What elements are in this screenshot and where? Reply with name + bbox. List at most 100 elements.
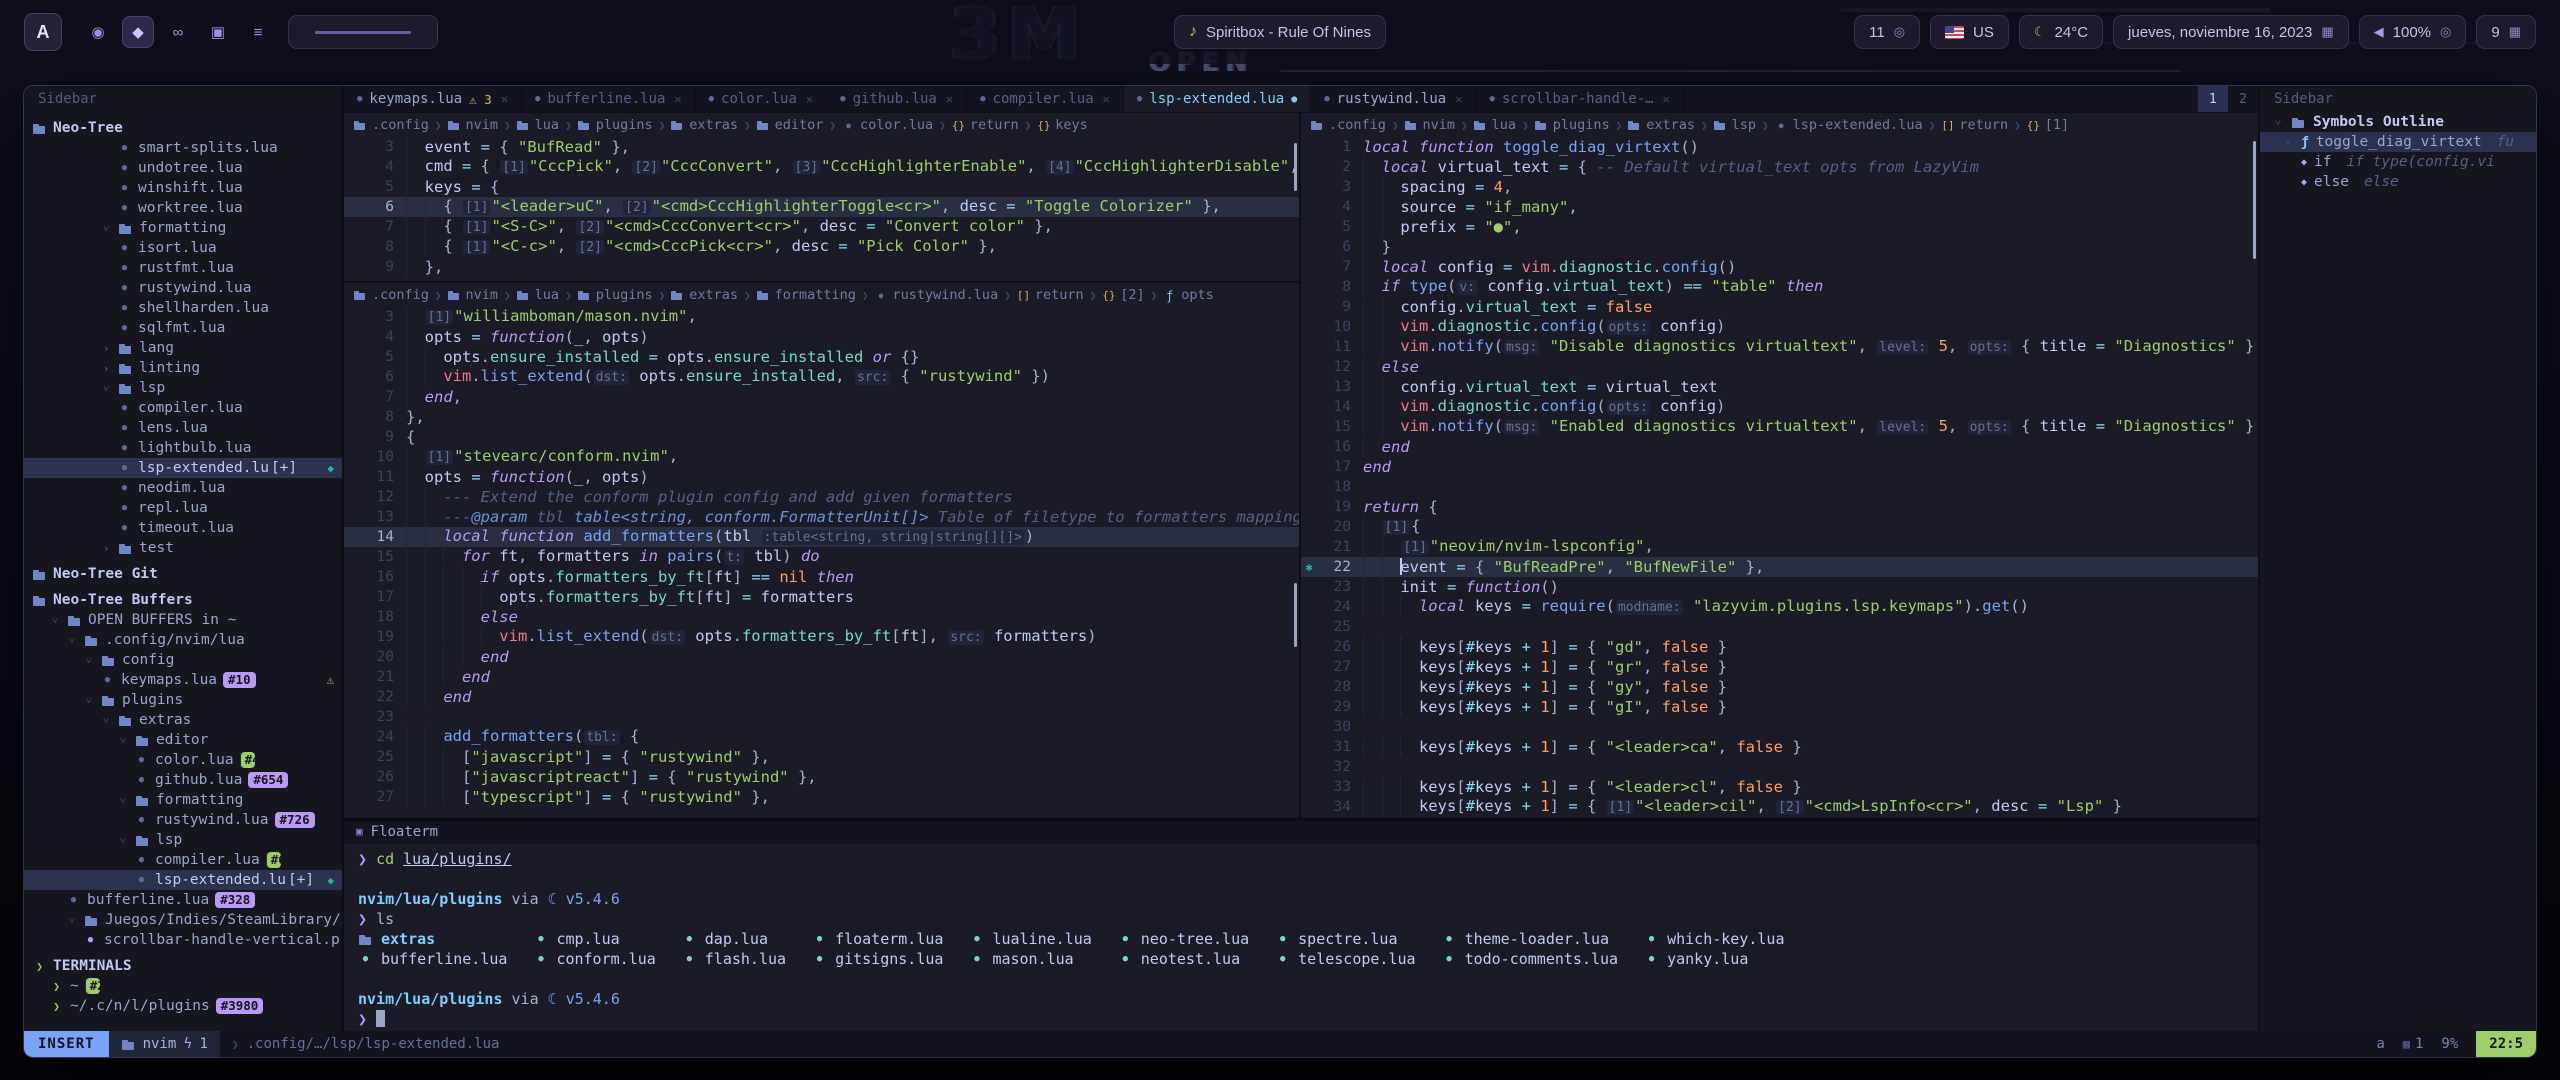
code-line[interactable]: 24 add_formatters(tbl: { [344,727,1299,747]
scrollbar-handle[interactable] [2253,141,2256,259]
code-line[interactable]: 25 ["javascript"] = { "rustywind" }, [344,747,1299,767]
code-line[interactable]: 26 ["javascriptreact"] = { "rustywind" }… [344,767,1299,787]
code-line[interactable]: 32 [1301,757,2258,777]
slider-track[interactable] [315,31,411,34]
code-line[interactable]: 12 --- Extend the conform plugin config … [344,487,1299,507]
breadcrumb-item[interactable]: lua [1474,117,1516,133]
tree-item[interactable]: ˅extras [24,710,342,730]
tree-item[interactable]: ~#2859 [24,976,342,996]
close-icon[interactable]: ✕ [1455,92,1462,106]
code-line[interactable]: 23 init = function() [1301,577,2258,597]
code-line[interactable]: 5 opts.ensure_installed = opts.ensure_in… [344,347,1299,367]
code-line[interactable]: 9 config.virtual_text = false [1301,297,2258,317]
outline-item-if[interactable]: ◆ifif type(config.vi [2260,152,2536,172]
code-line[interactable]: 13 ---@param tbl table<string, conform.F… [344,507,1299,527]
code-line[interactable]: 19 vim.list_extend(dst: opts.formatters_… [344,627,1299,647]
code-line[interactable]: 5 prefix = "●", [1301,217,2258,237]
tree-item[interactable]: ˅lsp [24,830,342,850]
breadcrumb-item[interactable]: formatting [757,287,856,303]
code-line[interactable]: 29 keys[#keys + 1] = { "gI", false } [1301,697,2258,717]
code-line[interactable]: 7 local config = vim.diagnostic.config() [1301,257,2258,277]
code-line[interactable]: 2 local virtual_text = { -- Default virt… [1301,157,2258,177]
tree-item[interactable]: keymaps.lua#10⚠ [24,670,342,690]
code-line[interactable]: ✱22 event = { "BufReadPre", "BufNewFile"… [1301,557,2258,577]
topbar-slider[interactable] [288,15,438,49]
close-icon[interactable]: ✕ [674,92,681,106]
status-keyboard-layout[interactable]: US [1930,15,2009,49]
code-line[interactable]: 8 { [1]"<C-c>", [2]"<cmd>CccPick<cr>", d… [344,237,1299,257]
code-line[interactable]: 34 keys[#keys + 1] = { [1]"<leader>cil",… [1301,797,2258,817]
code-line[interactable]: 3 spacing = 4, [1301,177,2258,197]
code-line[interactable]: 21 end [344,667,1299,687]
tree-item[interactable]: shellharden.lua [24,298,342,318]
status-window-count[interactable]: 9▦ [2476,15,2536,49]
tree-item[interactable]: scrollbar-handle-vertical.p [24,930,342,950]
close-icon[interactable]: ✕ [1103,92,1110,106]
breadcrumb-item[interactable]: extras [671,287,738,303]
code-line[interactable]: 3 [1]"williamboman/mason.nvim", [344,307,1299,327]
tree-section-header[interactable]: Neo-Tree [24,118,342,138]
tab-colorlua[interactable]: ●color.lua✕ [696,86,828,112]
tab-rustywindlua[interactable]: ●rustywind.lua✕ [1311,86,1476,112]
tree-item[interactable]: ˅formatting [24,790,342,810]
code-line[interactable]: 14 vim.diagnostic.config(opts: config) [1301,397,2258,417]
tree-item[interactable]: lsp-extended.lu[+]◆ [24,870,342,890]
status-date[interactable]: jueves, noviembre 16, 2023▦ [2113,15,2349,49]
code-line[interactable]: 8}, [344,407,1299,427]
tree-item[interactable]: ˅editor [24,730,342,750]
status-notifications[interactable]: 11◎ [1854,15,1920,49]
code-line[interactable]: 11 vim.notify(msg: "Disable diagnostics … [1301,337,2258,357]
breadcrumb-item[interactable]: lsp-extended.lua [1775,117,1923,133]
tree-item[interactable]: timeout.lua [24,518,342,538]
code-line[interactable]: 31 keys[#keys + 1] = { "<leader>ca", fal… [1301,737,2258,757]
tree-item[interactable]: ›test [24,538,342,558]
code-line[interactable]: 21 [1]"neovim/nvim-lspconfig", [1301,537,2258,557]
code-line[interactable]: 28 keys[#keys + 1] = { "gy", false } [1301,677,2258,697]
code-line[interactable]: 33 keys[#keys + 1] = { "<leader>cl", fal… [1301,777,2258,797]
tree-item[interactable]: ˅lsp [24,378,342,398]
tree-item[interactable]: compiler.lua#682 [24,850,342,870]
outline-item-togglediagvirtext[interactable]: ˅ƒtoggle_diag_virtextfu [2260,132,2536,152]
breadcrumb-item[interactable]: lua [517,117,559,133]
code-line[interactable]: 22 end [344,687,1299,707]
tree-item[interactable]: lightbulb.lua [24,438,342,458]
code-line[interactable]: 16 end [1301,437,2258,457]
tab-compilerlua[interactable]: ●compiler.lua✕ [967,86,1124,112]
code-line[interactable]: 12 else [1301,357,2258,377]
breadcrumb-item[interactable]: lsp [1714,117,1756,133]
breadcrumb-item[interactable]: opts [1163,287,1214,303]
code-line[interactable]: 6 { [1]"<leader>uC", [2]"<cmd>CccHighlig… [344,197,1299,217]
floaterm-panel[interactable]: ▣ Floaterm ❯ cd lua/plugins/nvim/lua/plu… [344,818,2258,1031]
code-line[interactable]: 15 for ft, formatters in pairs(t: tbl) d… [344,547,1299,567]
close-icon[interactable]: ✕ [501,92,508,106]
breadcrumb-item[interactable]: return [1017,287,1084,303]
breadcrumb-item[interactable]: plugins [578,117,653,133]
code-line[interactable]: 13 config.virtual_text = virtual_text [1301,377,2258,397]
breadcrumb-item[interactable]: nvim [1405,117,1456,133]
code-line[interactable]: 20 end [344,647,1299,667]
code-line[interactable]: 26 keys[#keys + 1] = { "gd", false } [1301,637,2258,657]
tree-section-header[interactable]: Neo-Tree Git [24,564,342,584]
code-line[interactable]: 4 source = "if_many", [1301,197,2258,217]
workspace-button-5[interactable]: ≡ [242,16,274,48]
tabpage-2[interactable]: 2 [2228,86,2258,112]
tree-item[interactable]: rustywind.lua [24,278,342,298]
breadcrumb-item[interactable]: keys [1037,117,1088,133]
tree-item[interactable]: undotree.lua [24,158,342,178]
close-icon[interactable]: ✕ [1663,92,1670,106]
code-line[interactable]: 4 cmd = { [1]"CccPick", [2]"CccConvert",… [344,157,1299,177]
breadcrumb-item[interactable]: .config [1311,117,1386,133]
breadcrumb-item[interactable]: nvim [448,117,499,133]
tree-item[interactable]: smart-splits.lua [24,138,342,158]
tree-item[interactable]: winshift.lua [24,178,342,198]
scrollbar-handle[interactable] [1294,143,1297,191]
code-line[interactable]: 15 vim.notify(msg: "Enabled diagnostics … [1301,417,2258,437]
breadcrumb-item[interactable]: return [952,117,1019,133]
symbols-outline-header[interactable]: ˅ Symbols Outline [2260,112,2536,132]
tree-item[interactable]: ˅plugins [24,690,342,710]
code-line[interactable]: 5 keys = { [344,177,1299,197]
tree-item[interactable]: repl.lua [24,498,342,518]
tree-item[interactable]: github.lua#654 [24,770,342,790]
tree-item[interactable]: ›lang [24,338,342,358]
code-line[interactable]: 7 end, [344,387,1299,407]
